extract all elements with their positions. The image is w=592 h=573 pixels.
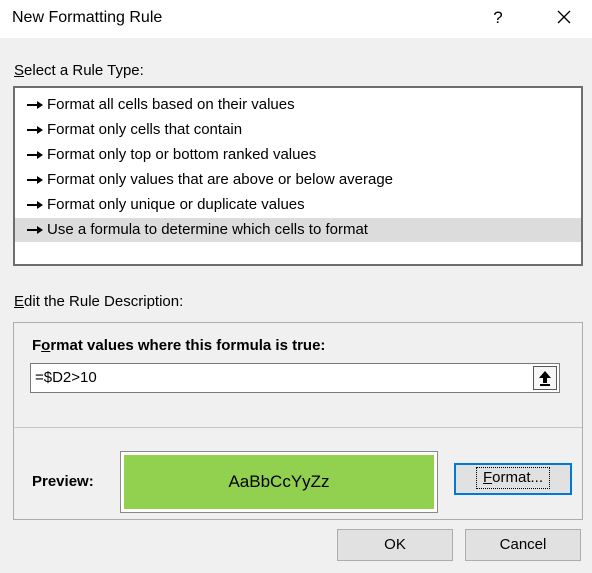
help-button[interactable]: ? [478, 2, 518, 34]
rule-type-item-label: Format only unique or duplicate values [47, 196, 305, 213]
arrow-icon [27, 101, 43, 109]
close-icon [557, 10, 571, 24]
rule-type-item-label: Use a formula to determine which cells t… [47, 221, 368, 238]
arrow-icon [27, 176, 43, 184]
rule-type-item[interactable]: Use a formula to determine which cells t… [15, 218, 581, 242]
arrow-icon [27, 226, 43, 234]
rule-type-item-label: Format only values that are above or bel… [47, 171, 394, 188]
preview-box: AaBbCcYyZz [120, 451, 438, 513]
rule-type-label: Select a Rule Type: [14, 62, 144, 79]
rule-description-panel: Format values where this formula is true… [13, 322, 583, 520]
dialog-title: New Formatting Rule [12, 9, 163, 26]
formula-value: =$D2>10 [35, 369, 97, 386]
arrow-icon [27, 201, 43, 209]
rule-type-item-label: Format all cells based on their values [47, 96, 295, 113]
ok-button[interactable]: OK [337, 529, 453, 561]
title-bar: New Formatting Rule ? [0, 0, 592, 38]
arrow-icon [27, 151, 43, 159]
formula-title: Format values where this formula is true… [32, 337, 326, 354]
rule-type-item[interactable]: Format only values that are above or bel… [15, 168, 581, 192]
rule-type-item[interactable]: Format only cells that contain [15, 118, 581, 142]
close-button[interactable] [542, 2, 586, 34]
arrow-icon [27, 126, 43, 134]
format-button[interactable]: Format... [454, 463, 572, 495]
collapse-dialog-button[interactable] [533, 366, 557, 390]
rule-type-item[interactable]: Format only top or bottom ranked values [15, 143, 581, 167]
cancel-button[interactable]: Cancel [465, 529, 581, 561]
rule-type-item[interactable]: Format all cells based on their values [15, 93, 581, 117]
rule-type-item-label: Format only top or bottom ranked values [47, 146, 317, 163]
preview-sample: AaBbCcYyZz [124, 455, 434, 509]
upload-arrow-icon [539, 371, 551, 386]
formula-input[interactable]: =$D2>10 [30, 363, 560, 393]
rule-description-label: Edit the Rule Description: [14, 293, 184, 310]
rule-type-list[interactable]: Format all cells based on their values F… [13, 86, 583, 266]
rule-type-item-label: Format only cells that contain [47, 121, 243, 138]
rule-type-item[interactable]: Format only unique or duplicate values [15, 193, 581, 217]
preview-label: Preview: [32, 473, 94, 490]
divider [14, 427, 582, 428]
